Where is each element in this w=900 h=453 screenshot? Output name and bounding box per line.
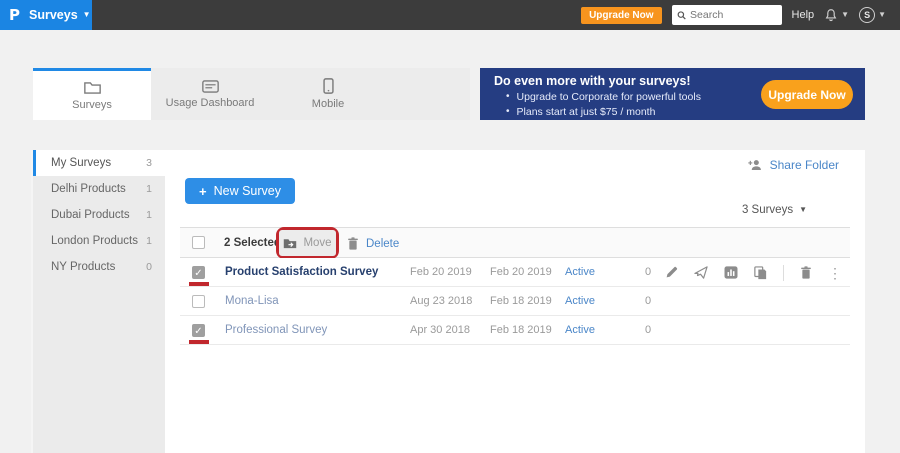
folder-count: 3 xyxy=(146,157,152,169)
share-person-icon xyxy=(748,159,763,171)
surveys-panel: Share Folder + New Survey 3 Surveys ▼ 2 … xyxy=(165,150,865,453)
surveys-table: 2 Selected Move Delete ✓ Product Satisfa… xyxy=(180,227,850,345)
survey-title-link[interactable]: Mona-Lisa xyxy=(225,287,279,316)
plus-icon: + xyxy=(199,184,207,199)
tab-mobile[interactable]: Mobile xyxy=(269,68,387,120)
paper-plane-icon xyxy=(694,266,708,279)
send-button[interactable] xyxy=(694,266,708,279)
created-date: Aug 23 2018 xyxy=(410,287,472,316)
brand-area[interactable]: P Surveys ▼ xyxy=(0,0,92,30)
folder-count: 1 xyxy=(146,209,152,221)
surveys-count-dropdown[interactable]: 3 Surveys ▼ xyxy=(742,204,807,216)
bar-chart-icon xyxy=(724,266,738,279)
tab-mobile-label: Mobile xyxy=(312,98,344,110)
row-checkbox[interactable] xyxy=(192,295,205,308)
sidebar-item-delhi-products[interactable]: Delhi Products1 xyxy=(33,176,165,202)
folder-count: 1 xyxy=(146,235,152,247)
share-folder-label: Share Folder xyxy=(770,158,839,172)
responses-count: 0 xyxy=(645,287,651,316)
annotation-move-highlight: Move xyxy=(276,227,339,259)
notifications-menu[interactable]: ▼ xyxy=(824,8,849,22)
sidebar-item-dubai-products[interactable]: Dubai Products1 xyxy=(33,202,165,228)
tab-surveys[interactable]: Surveys xyxy=(33,68,151,120)
search-box[interactable] xyxy=(672,5,782,25)
avatar: S xyxy=(859,7,875,23)
more-options-button[interactable]: ⋮ xyxy=(828,266,842,280)
view-tabs: Surveys Usage Dashboard Mobile xyxy=(33,68,470,120)
chevron-down-icon: ▼ xyxy=(878,11,886,19)
sidebar-item-my-surveys[interactable]: My Surveys3 xyxy=(33,150,165,176)
chevron-down-icon: ▼ xyxy=(799,206,807,214)
new-survey-button[interactable]: + New Survey xyxy=(185,178,295,204)
responses-count: 0 xyxy=(645,316,651,345)
folders-sidebar: My Surveys3 Delhi Products1 Dubai Produc… xyxy=(33,150,165,453)
edit-button[interactable] xyxy=(665,266,678,279)
surveys-app-menu-label: Surveys xyxy=(29,8,78,22)
upgrade-now-topbar-button[interactable]: Upgrade Now xyxy=(581,7,661,24)
modified-date: Feb 18 2019 xyxy=(490,316,552,345)
row-checkbox-checked[interactable]: ✓ xyxy=(192,266,205,279)
sidebar-item-london-products[interactable]: London Products1 xyxy=(33,228,165,254)
folder-count: 0 xyxy=(146,261,152,273)
modified-date: Feb 18 2019 xyxy=(490,287,552,316)
created-date: Feb 20 2019 xyxy=(410,258,472,287)
delete-label: Delete xyxy=(366,238,399,250)
status-link[interactable]: Active xyxy=(565,258,595,287)
survey-title-link[interactable]: Professional Survey xyxy=(225,316,327,345)
upgrade-banner: Do even more with your surveys! •Upgrade… xyxy=(480,68,865,120)
dashboard-icon xyxy=(202,80,219,93)
upgrade-now-banner-button[interactable]: Upgrade Now xyxy=(761,80,853,109)
new-survey-label: New Survey xyxy=(214,184,281,198)
selected-count-label: 2 Selected xyxy=(224,228,281,259)
folder-count: 1 xyxy=(146,183,152,195)
reports-button[interactable] xyxy=(724,266,738,279)
proprofs-logo-icon: P xyxy=(9,6,20,24)
tab-usage-dashboard[interactable]: Usage Dashboard xyxy=(151,68,269,120)
move-label: Move xyxy=(303,237,331,249)
trash-icon xyxy=(800,266,812,279)
chevron-down-icon: ▼ xyxy=(841,11,849,19)
chevron-down-icon: ▼ xyxy=(83,11,91,19)
select-all-checkbox[interactable] xyxy=(192,236,205,249)
help-link[interactable]: Help xyxy=(792,9,815,21)
table-row[interactable]: ✓ Product Satisfaction Survey Feb 20 201… xyxy=(180,258,850,287)
table-row[interactable]: ✓ Professional Survey Apr 30 2018 Feb 18… xyxy=(180,316,850,345)
delete-button[interactable]: Delete xyxy=(347,228,399,259)
surveys-app-menu[interactable]: Surveys ▼ xyxy=(29,8,91,22)
bulk-actions-row: 2 Selected Move Delete xyxy=(180,227,850,258)
search-input[interactable] xyxy=(690,9,776,21)
bullet-icon: • xyxy=(506,90,510,105)
tab-usage-dashboard-label: Usage Dashboard xyxy=(166,97,255,109)
survey-title-link[interactable]: Product Satisfaction Survey xyxy=(225,258,378,287)
bell-icon xyxy=(824,8,838,22)
responses-count: 0 xyxy=(645,258,651,287)
copy-icon xyxy=(754,266,767,280)
row-checkbox-checked[interactable]: ✓ xyxy=(192,324,205,337)
top-bar: P Surveys ▼ Upgrade Now Help ▼ S ▼ xyxy=(0,0,900,30)
account-menu[interactable]: S ▼ xyxy=(859,7,886,23)
move-to-folder-icon xyxy=(283,238,297,249)
move-button[interactable]: Move xyxy=(279,230,336,256)
delete-row-button[interactable] xyxy=(800,266,812,279)
share-folder-link[interactable]: Share Folder xyxy=(748,158,839,172)
created-date: Apr 30 2018 xyxy=(410,316,470,345)
annotation-checkbox-underline xyxy=(189,282,209,286)
annotation-checkbox-underline xyxy=(189,340,209,344)
tab-surveys-label: Surveys xyxy=(72,99,112,111)
trash-icon xyxy=(347,237,359,250)
pencil-icon xyxy=(665,266,678,279)
duplicate-button[interactable] xyxy=(754,266,767,280)
table-row[interactable]: Mona-Lisa Aug 23 2018 Feb 18 2019 Active… xyxy=(180,287,850,316)
divider xyxy=(783,265,784,281)
sidebar-item-ny-products[interactable]: NY Products0 xyxy=(33,254,165,280)
bullet-icon: • xyxy=(506,105,510,120)
search-icon xyxy=(677,10,687,21)
modified-date: Feb 20 2019 xyxy=(490,258,552,287)
row-actions: ⋮ xyxy=(665,258,842,287)
status-link[interactable]: Active xyxy=(565,287,595,316)
folder-icon xyxy=(84,81,101,95)
status-link[interactable]: Active xyxy=(565,316,595,345)
mobile-icon xyxy=(323,78,334,94)
